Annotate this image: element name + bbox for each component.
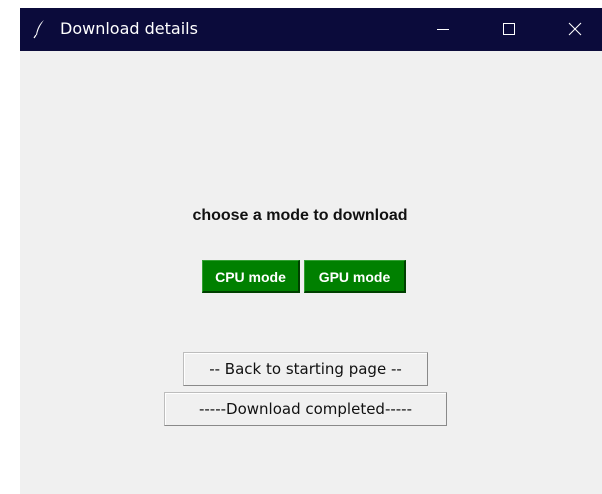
app-window: Download details choose a mode to downlo…	[20, 8, 602, 494]
feather-icon	[32, 19, 48, 39]
minimize-button[interactable]	[420, 8, 466, 51]
mode-heading: choose a mode to download	[192, 207, 408, 224]
maximize-button[interactable]	[486, 8, 532, 51]
back-to-start-button[interactable]: -- Back to starting page --	[183, 352, 428, 386]
title-bar[interactable]: Download details	[20, 8, 602, 51]
close-icon	[568, 22, 582, 36]
window-title: Download details	[60, 19, 198, 38]
gpu-mode-button[interactable]: GPU mode	[304, 260, 406, 293]
close-button[interactable]	[552, 8, 598, 51]
minimize-icon	[437, 29, 449, 30]
maximize-icon	[503, 23, 515, 35]
cpu-mode-button[interactable]: CPU mode	[202, 260, 300, 293]
download-completed-button[interactable]: -----Download completed-----	[164, 392, 447, 426]
